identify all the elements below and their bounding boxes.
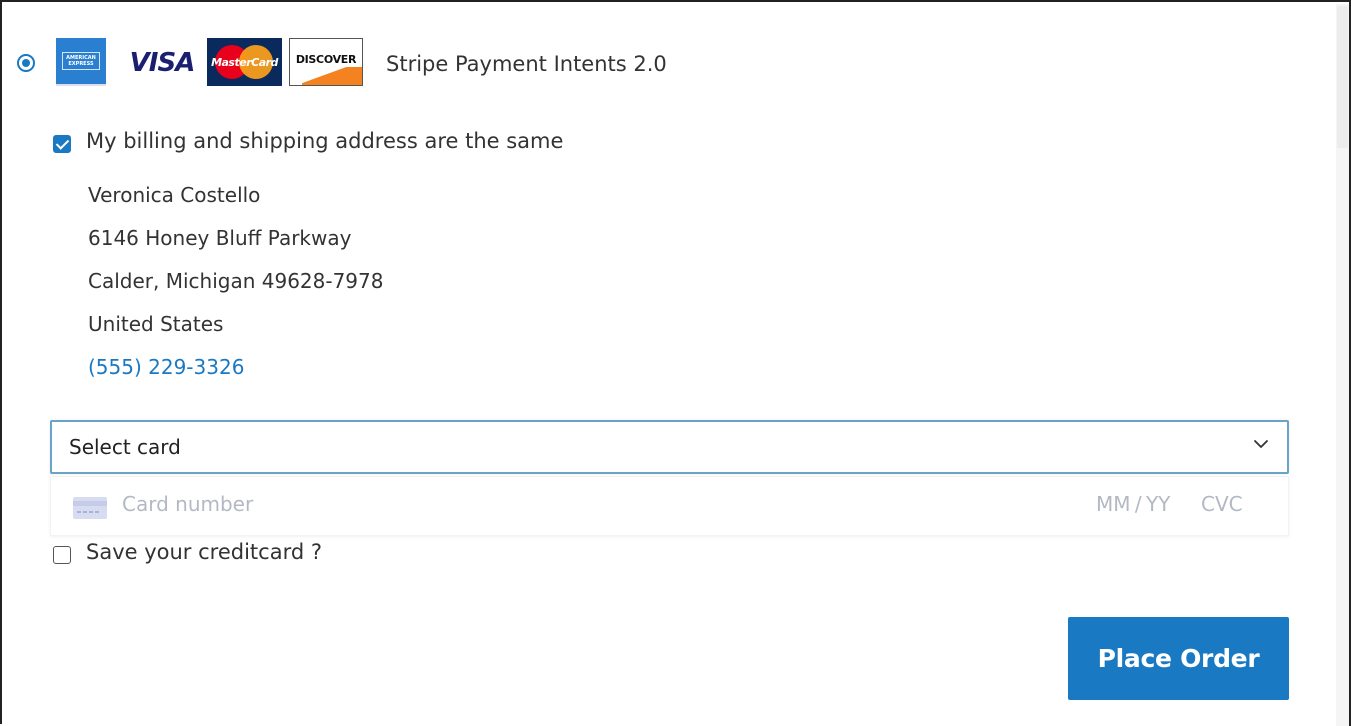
billing-same-checkbox[interactable]: [53, 135, 71, 153]
address-name: Veronica Costello: [88, 183, 261, 207]
discover-orange-band: [302, 67, 362, 85]
amex-logo-text: EXPRESS: [68, 61, 94, 67]
address-country: United States: [88, 312, 224, 336]
card-expiry-input[interactable]: MM / YY: [1096, 492, 1170, 516]
card-cvc-input[interactable]: CVC: [1201, 492, 1243, 516]
select-card-value: Select card: [69, 435, 181, 459]
save-card-checkbox[interactable]: [53, 546, 71, 564]
visa-icon: VISA: [126, 44, 198, 82]
discover-icon: DISCOVER: [289, 38, 363, 86]
address-city-state-zip: Calder, Michigan 49628-7978: [88, 269, 384, 293]
payment-method-radio[interactable]: [17, 54, 35, 72]
credit-card-icon: [73, 497, 107, 519]
visa-logo-text: VISA: [129, 48, 196, 78]
card-number-input[interactable]: Card number: [122, 492, 253, 516]
place-order-button[interactable]: Place Order: [1068, 617, 1289, 700]
discover-logo-text: DISCOVER: [295, 53, 357, 66]
save-card-label[interactable]: Save your creditcard ?: [86, 540, 322, 564]
payment-method-title[interactable]: Stripe Payment Intents 2.0: [386, 52, 667, 76]
mastercard-icon: MasterCard: [207, 38, 282, 86]
address-phone-link[interactable]: (555) 229-3326: [88, 355, 244, 379]
american-express-icon: AMERICAN EXPRESS: [56, 38, 106, 86]
scrollbar-thumb[interactable]: [1337, 6, 1348, 148]
billing-same-label[interactable]: My billing and shipping address are the …: [86, 129, 563, 153]
select-card-dropdown[interactable]: Select card: [50, 420, 1289, 474]
card-input-field[interactable]: Card number MM / YY CVC: [50, 476, 1289, 536]
mastercard-logo-text: MasterCard: [211, 55, 278, 69]
chevron-down-icon: [1254, 440, 1268, 448]
address-street: 6146 Honey Bluff Parkway: [88, 226, 352, 250]
